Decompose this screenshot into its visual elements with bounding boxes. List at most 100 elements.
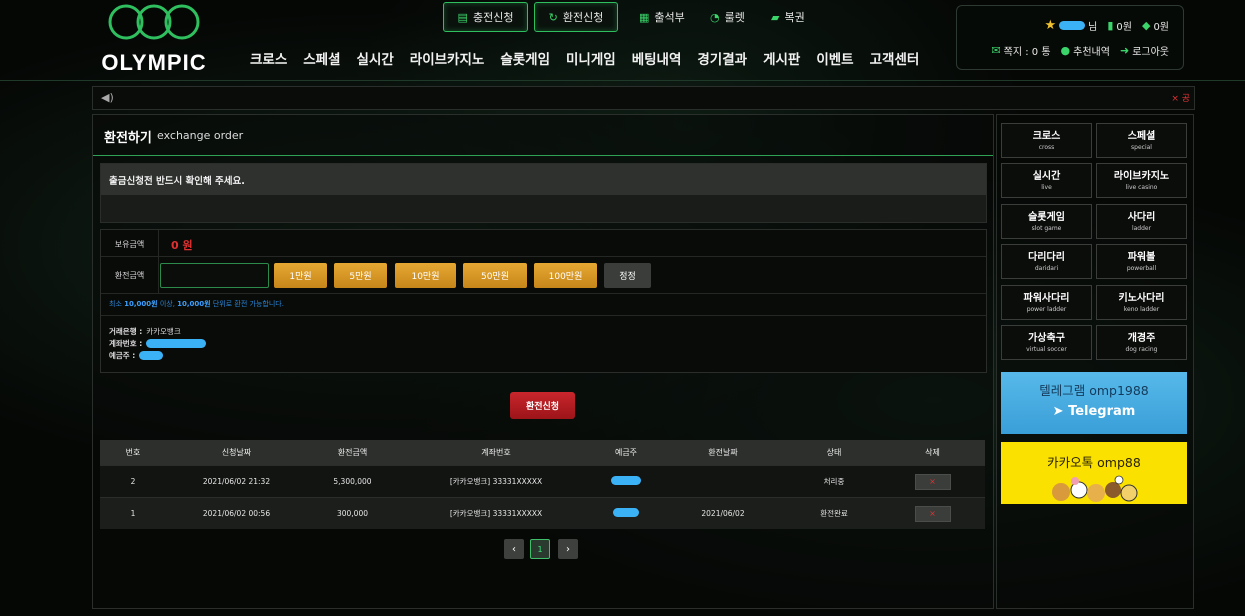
roulette-icon: ◔	[710, 10, 720, 24]
recommend-link[interactable]: ● 추천내역	[1061, 43, 1110, 58]
game-label: 슬롯게임	[1028, 211, 1065, 223]
sidebar-game-live-casino[interactable]: 라이브카지노 live casino	[1096, 163, 1187, 198]
sidebar-game-slot[interactable]: 슬롯게임 slot game	[1001, 204, 1092, 239]
note-link[interactable]: ✉ 쪽지 : 0 통	[991, 43, 1050, 58]
form-col-divider	[158, 230, 159, 293]
sidebar-game-ladder[interactable]: 사다리 ladder	[1096, 204, 1187, 239]
mail-icon: ✉	[991, 44, 1001, 57]
amount-label: 환전금액	[114, 271, 145, 280]
game-label: 개경주	[1127, 332, 1156, 344]
nav-item-results[interactable]: 경기결과	[697, 48, 755, 68]
logo[interactable]: OLYMPIC	[92, 0, 216, 76]
col-account: 계좌번호	[398, 440, 594, 466]
col-exchange-date: 환전날짜	[658, 440, 788, 466]
attendance-link[interactable]: ▦ 출석부	[639, 9, 685, 25]
min-note-unit: 10,000원	[177, 300, 211, 308]
amount-100k-button[interactable]: 10만원	[395, 263, 456, 288]
recommend-label: 추천내역	[1073, 47, 1110, 58]
history-table: 번호 신청날짜 환전금액 계좌번호 예금주 환전날짜 상태 삭제 2 2021/…	[100, 440, 985, 529]
amount-1m-button[interactable]: 100만원	[534, 263, 597, 288]
roulette-link[interactable]: ◔ 룰렛	[710, 9, 745, 25]
min-note-prefix: 최소	[109, 300, 122, 308]
nav-item-cross[interactable]: 크로스	[250, 48, 295, 68]
min-note-amount: 10,000원	[124, 300, 158, 308]
next-page-button[interactable]: ›	[558, 539, 578, 559]
game-sublabel: power ladder	[1026, 305, 1067, 313]
sidebar-game-live[interactable]: 실시간 live	[1001, 163, 1092, 198]
game-label: 라이브카지노	[1113, 170, 1170, 182]
game-sublabel: live	[1041, 183, 1052, 191]
nav-item-event[interactable]: 이벤트	[816, 48, 861, 68]
exchange-panel: 환전하기 exchange order 출금신청전 반드시 확인해 주세요. 보…	[92, 114, 994, 609]
logout-link[interactable]: ➜ 로그아웃	[1120, 43, 1169, 58]
sidebar-game-daridari[interactable]: 다리다리 daridari	[1001, 244, 1092, 279]
user-point-value: 0원	[1153, 22, 1169, 33]
reset-button[interactable]: 정정	[604, 263, 651, 288]
speaker-icon: ◀)	[101, 91, 114, 104]
notice-close[interactable]: × 공	[1171, 91, 1190, 104]
telegram-icon: ➤	[1052, 404, 1064, 419]
amount-10k-button[interactable]: 1만원	[274, 263, 327, 288]
amount-input[interactable]	[160, 263, 269, 288]
charge-request-button[interactable]: ▤ 충전신청	[443, 2, 528, 32]
nav-item-slot[interactable]: 슬롯게임	[500, 48, 558, 68]
user-name: ★ 님	[1044, 18, 1097, 33]
amount-500k-button[interactable]: 50만원	[463, 263, 527, 288]
exchange-submit-button[interactable]: 환전신청	[510, 392, 575, 419]
nav-item-live[interactable]: 실시간	[357, 48, 402, 68]
user-money: ▮ 0원	[1107, 18, 1132, 33]
game-sublabel: special	[1131, 143, 1152, 151]
page-number-button[interactable]: 1	[530, 539, 550, 559]
nav-item-special[interactable]: 스페셜	[303, 48, 348, 68]
form-row-divider	[101, 256, 986, 257]
telegram-banner[interactable]: 텔레그램 omp1988 ➤ Telegram	[1001, 372, 1187, 434]
exchange-request-label: 환전신청	[562, 11, 604, 24]
telegram-label: Telegram	[1068, 404, 1136, 419]
user-panel: ★ 님 ▮ 0원 ◆ 0원 ✉ 쪽지 : 0 통 ● 추천내역 ➜ 로그아웃	[956, 5, 1184, 70]
game-sublabel: keno ladder	[1123, 305, 1160, 313]
bank-label: 거래은행 :	[109, 327, 143, 336]
row-request-date: 2021/06/02 00:56	[166, 497, 307, 529]
col-status: 상태	[788, 440, 880, 466]
kakao-banner[interactable]: 카카오톡 omp88	[1001, 442, 1187, 504]
exchange-request-button[interactable]: ↻ 환전신청	[534, 2, 618, 32]
lottery-link[interactable]: ▰ 복권	[771, 9, 805, 25]
game-sublabel: virtual soccer	[1026, 345, 1067, 353]
nav-item-board[interactable]: 게시판	[763, 48, 808, 68]
sidebar-game-dog-racing[interactable]: 개경주 dog racing	[1096, 325, 1187, 360]
logout-label: 로그아웃	[1132, 47, 1169, 58]
sidebar-game-powerball[interactable]: 파워볼 powerball	[1096, 244, 1187, 279]
game-label: 다리다리	[1028, 251, 1065, 263]
notice-header: 출금신청전 반드시 확인해 주세요.	[101, 164, 986, 195]
user-name-suffix: 님	[1088, 22, 1098, 33]
sidebar-game-cross[interactable]: 크로스 cross	[1001, 123, 1092, 158]
nav-item-support[interactable]: 고객센터	[870, 48, 928, 68]
telegram-label-row: ➤ Telegram	[1001, 404, 1187, 419]
page-subtitle: exchange order	[157, 129, 244, 142]
table-row: 1 2021/06/02 00:56 300,000 [카카오뱅크] 33331…	[100, 497, 985, 529]
roulette-label: 룰렛	[724, 11, 745, 24]
olympic-rings-icon	[108, 4, 200, 40]
col-request-date: 신청날짜	[166, 440, 307, 466]
holder-redacted	[139, 351, 164, 360]
nav-item-live-casino[interactable]: 라이브카지노	[410, 48, 493, 68]
sidebar-game-power-ladder[interactable]: 파워사다리 power ladder	[1001, 285, 1092, 320]
sidebar-game-keno-ladder[interactable]: 키노사다리 keno ladder	[1096, 285, 1187, 320]
sidebar-game-virtual-soccer[interactable]: 가상축구 virtual soccer	[1001, 325, 1092, 360]
delete-button[interactable]: ×	[914, 473, 951, 490]
star-icon: ★	[1044, 18, 1057, 33]
prev-page-button[interactable]: ‹	[504, 539, 524, 559]
notice-box: 출금신청전 반드시 확인해 주세요.	[100, 163, 987, 223]
game-label: 스페셜	[1127, 130, 1156, 142]
form-row-divider	[101, 293, 986, 294]
nav-item-minigame[interactable]: 미니게임	[566, 48, 624, 68]
game-label: 가상축구	[1028, 332, 1065, 344]
delete-button[interactable]: ×	[914, 505, 951, 522]
amount-50k-button[interactable]: 5만원	[334, 263, 387, 288]
account-label: 계좌번호 :	[109, 339, 143, 348]
row-account: [카카오뱅크] 33331XXXXX	[398, 465, 594, 498]
sidebar-game-special[interactable]: 스페셜 special	[1096, 123, 1187, 158]
min-note-suffix: 단위로 환전 가능합니다.	[212, 300, 284, 308]
nav-item-bet-history[interactable]: 베팅내역	[632, 48, 690, 68]
user-name-redacted	[1059, 21, 1086, 30]
